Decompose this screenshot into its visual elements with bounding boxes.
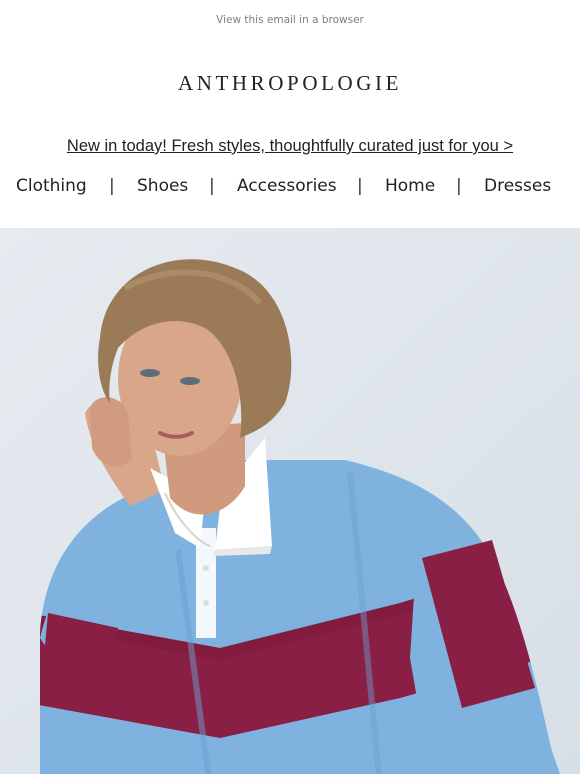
hero-photo [0, 228, 580, 774]
brand-logo[interactable]: ANTHROPOLOGIE [0, 71, 580, 96]
nav-item-home[interactable]: Home [385, 176, 435, 196]
promo-link[interactable]: New in today! Fresh styles, thoughtfully… [0, 137, 580, 156]
nav-item-clothing[interactable]: Clothing [16, 176, 87, 196]
eye-left [140, 369, 160, 377]
email-page: View this email in a browser ANTHROPOLOG… [0, 0, 580, 774]
nav-item-accessories[interactable]: Accessories [237, 176, 337, 196]
view-in-browser-link[interactable]: View this email in a browser [0, 14, 580, 26]
hero-image-link[interactable] [0, 228, 580, 774]
eye-right [180, 377, 200, 385]
nav-separator: | [209, 176, 215, 196]
nav-separator: | [357, 176, 363, 196]
category-nav: Clothing | Shoes | Accessories | Home | … [0, 176, 580, 200]
nav-item-dresses[interactable]: Dresses [484, 176, 551, 196]
nav-separator: | [456, 176, 462, 196]
nav-separator: | [109, 176, 115, 196]
nav-item-shoes[interactable]: Shoes [137, 176, 188, 196]
